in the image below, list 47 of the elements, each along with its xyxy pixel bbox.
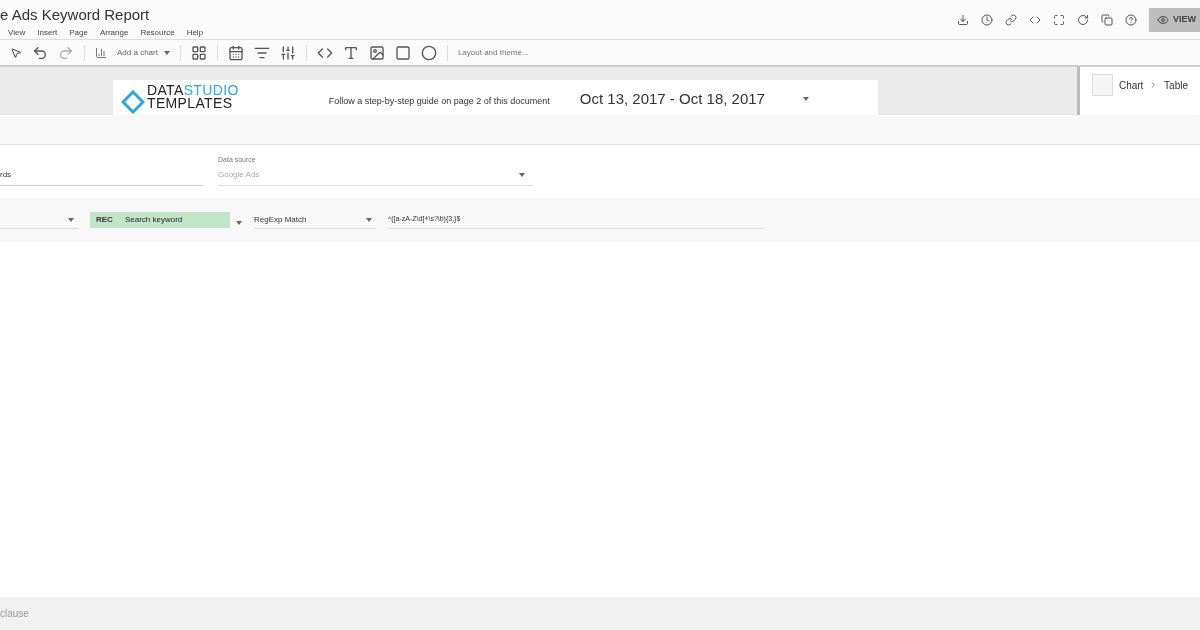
dropdown-caret-icon[interactable] — [366, 217, 372, 222]
text-type-label: REC — [96, 214, 113, 226]
name-field[interactable]: rds — [0, 169, 203, 186]
text-icon[interactable] — [342, 44, 359, 61]
embed-icon[interactable] — [1029, 14, 1041, 26]
help-icon[interactable] — [1125, 14, 1137, 26]
add-chart-button[interactable]: Add a chart — [117, 46, 170, 59]
copy-icon[interactable] — [1101, 14, 1113, 26]
menu-item[interactable]: View — [8, 27, 26, 39]
field-name: Search keyword — [124, 214, 183, 226]
undo-icon[interactable] — [32, 44, 48, 61]
dropdown-caret-icon[interactable] — [163, 50, 170, 55]
rectangle-icon[interactable] — [394, 44, 411, 61]
image-icon[interactable] — [368, 44, 385, 61]
download-icon[interactable] — [957, 14, 969, 26]
fullscreen-icon[interactable] — [1053, 14, 1065, 26]
controls-icon[interactable] — [190, 44, 207, 61]
guide-text: Follow a step-by-step guide on page 2 of this document — [328, 95, 550, 108]
report-title: e Ads Keyword Report — [0, 5, 151, 25]
diamond-logo-icon — [121, 90, 145, 114]
menu-item[interactable]: Resource — [140, 27, 175, 39]
calendar-icon[interactable] — [227, 44, 244, 61]
link-icon[interactable] — [1005, 14, 1017, 26]
dropdown-caret-icon[interactable] — [236, 221, 242, 225]
field-chip[interactable]: REC Search keyword — [90, 212, 230, 228]
circle-icon[interactable] — [420, 44, 437, 61]
logo-text: DATASTUDIO — [147, 84, 239, 97]
menu-item[interactable]: Page — [69, 27, 88, 39]
condition-dropdown[interactable]: RegExp Match — [254, 211, 376, 229]
chart-icon[interactable] — [95, 46, 107, 59]
menu-item[interactable]: Insert — [37, 27, 58, 39]
pointer-icon[interactable] — [10, 46, 22, 59]
dropdown-caret-icon[interactable] — [68, 217, 74, 222]
eye-icon — [1157, 14, 1169, 26]
menu-item[interactable]: Help — [186, 27, 204, 39]
dropdown-caret-icon[interactable] — [802, 97, 809, 102]
slider-icon[interactable] — [279, 44, 296, 61]
breadcrumb-current: Table — [1164, 78, 1188, 93]
layout-theme-button[interactable]: Layout and theme... — [457, 46, 529, 59]
clock-icon[interactable] — [981, 14, 993, 26]
view-button[interactable]: VIEW — [1149, 8, 1200, 32]
date-range-picker[interactable]: Oct 13, 2017 - Oct 18, 2017 — [579, 88, 809, 111]
menu-item[interactable]: Arrange — [99, 27, 129, 39]
breadcrumb-link[interactable]: Chart — [1118, 77, 1144, 93]
refresh-icon[interactable] — [1077, 14, 1089, 26]
dropdown-caret-icon[interactable] — [519, 173, 525, 177]
logo-subtext: TEMPLATES — [147, 97, 234, 110]
